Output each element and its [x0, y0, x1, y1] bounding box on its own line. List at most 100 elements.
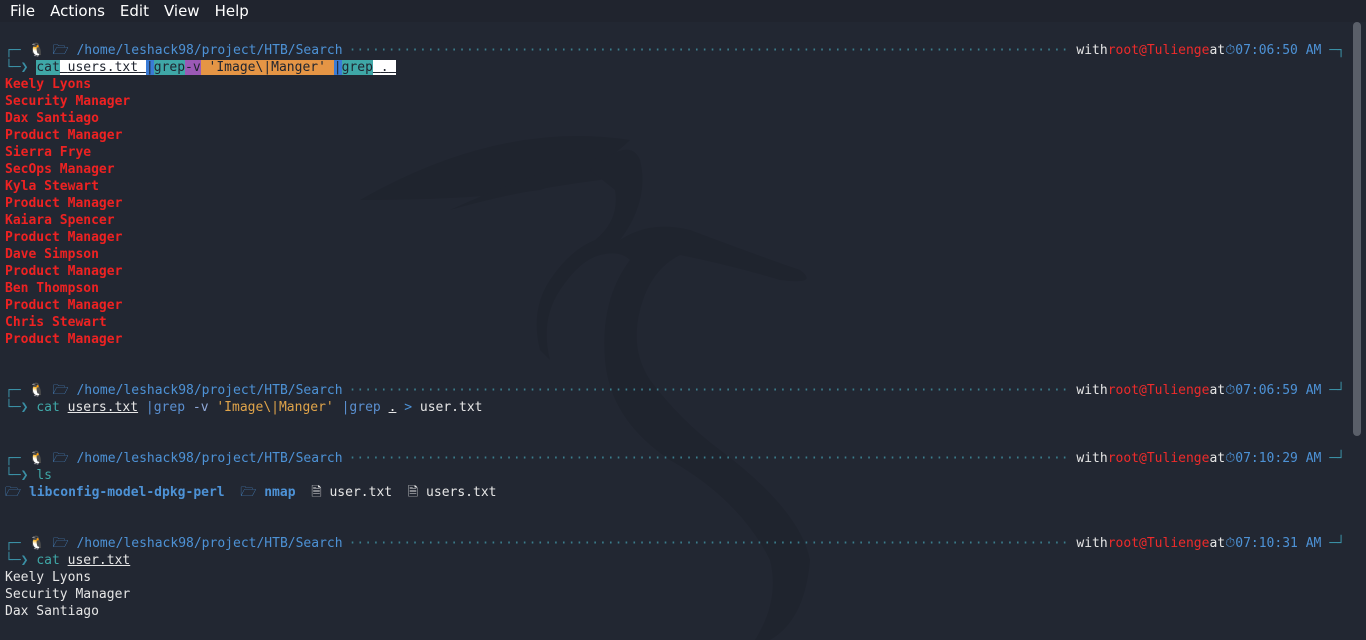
menu-bar: File Actions Edit View Help	[0, 0, 1366, 22]
cmd-outfile: user.txt	[419, 400, 483, 415]
output-line: Product Manager	[5, 128, 123, 143]
cmd-grep: grep	[153, 60, 186, 75]
output-line: Ben Thompson	[5, 281, 99, 296]
prompt-time: 07:10:29 AM	[1235, 451, 1322, 466]
prompt-time: 07:06:59 AM	[1235, 383, 1322, 398]
prompt-path: /home/leshack98/project/HTB/Search	[76, 451, 343, 466]
linux-icon: 🐧	[28, 43, 45, 58]
folder-icon: 🗁	[240, 485, 265, 500]
cmd-redirect: >	[404, 400, 413, 415]
output-line: Security Manager	[5, 587, 131, 602]
output-line: Product Manager	[5, 332, 123, 347]
prompt-corner-right: ─┘	[1329, 536, 1345, 551]
prompt-time: 07:06:50 AM	[1235, 43, 1322, 58]
output-line: Kyla Stewart	[5, 179, 99, 194]
prompt-with: with	[1076, 536, 1108, 551]
cmd-pattern: 'Image\|Manger'	[200, 60, 334, 75]
file-icon: 🗎	[407, 485, 427, 500]
cmd-pipe: |	[145, 60, 154, 75]
output-line: Product Manager	[5, 196, 123, 211]
prompt-path: /home/leshack98/project/HTB/Search	[76, 383, 343, 398]
clock-icon: ⏱	[1225, 536, 1236, 551]
output-line: SecOps Manager	[5, 162, 115, 177]
clock-icon: ⏱	[1225, 43, 1236, 58]
clock-icon: ⏱	[1225, 451, 1236, 466]
prompt-corner-right: ─┐	[1329, 43, 1345, 58]
cmd-file: user.txt	[67, 553, 131, 568]
cmd-pipe: |grep	[145, 400, 186, 415]
menu-actions[interactable]: Actions	[40, 2, 110, 20]
prompt-user: root@Tulienge	[1107, 43, 1210, 58]
prompt-with: with	[1076, 383, 1108, 398]
output-line: Sierra Frye	[5, 145, 92, 160]
linux-icon: 🐧	[28, 451, 45, 466]
output-line: Keely Lyons	[5, 570, 92, 585]
file-entry: users.txt	[426, 485, 497, 500]
prompt-user: root@Tulienge	[1107, 536, 1210, 551]
folder-icon: 🗁	[5, 485, 29, 500]
prompt-corner-right: ─┘	[1329, 451, 1345, 466]
ls-output: 🗁 libconfig-model-dpkg-perl 🗁 nmap 🗎 use…	[5, 484, 1345, 501]
menu-help[interactable]: Help	[205, 2, 254, 20]
prompt-user: root@Tulienge	[1107, 383, 1210, 398]
output-line: Product Manager	[5, 264, 123, 279]
prompt-dots: ········································…	[348, 383, 1071, 398]
output-line: Dax Santiago	[5, 604, 99, 619]
cmd-flag: -v	[185, 60, 201, 75]
prompt-dots: ········································…	[348, 43, 1071, 58]
folder-icon: 🗁	[44, 43, 77, 58]
output-line: Chris Stewart	[5, 315, 107, 330]
prompt-arrow: └─❯	[5, 400, 37, 415]
cmd-arg: users.txt	[59, 60, 146, 75]
prompt-at: at	[1209, 383, 1226, 398]
folder-icon: 🗁	[44, 451, 77, 466]
prompt-corner: ┌─	[5, 536, 29, 551]
prompt-arrow: └─❯	[5, 553, 37, 568]
command-line: └─❯ cat users.txt |grep-v 'Image\|Manger…	[5, 59, 1345, 76]
prompt-corner: ┌─	[5, 43, 29, 58]
prompt-at: at	[1209, 536, 1226, 551]
prompt-arrow: └─❯	[5, 468, 37, 483]
prompt-corner: ┌─	[5, 383, 29, 398]
clock-icon: ⏱	[1225, 383, 1236, 398]
file-icon: 🗎	[311, 485, 330, 500]
cmd-grep: grep	[341, 60, 373, 75]
command-line: └─❯ ls	[5, 467, 1345, 484]
prompt-dots: ········································…	[348, 536, 1071, 551]
output-line: Kaiara Spencer	[5, 213, 115, 228]
cmd-dot: .	[372, 60, 397, 75]
prompt-with: with	[1076, 451, 1108, 466]
terminal-output: ┌─ 🐧 🗁 /home/leshack98/project/HTB/Searc…	[5, 42, 1345, 620]
menu-file[interactable]: File	[0, 2, 40, 20]
prompt-at: at	[1209, 451, 1226, 466]
output-line: Keely Lyons	[5, 77, 92, 92]
file-entry: user.txt	[329, 485, 393, 500]
prompt-dots: ········································…	[348, 451, 1071, 466]
scrollbar[interactable]	[1353, 22, 1361, 436]
output-line: Product Manager	[5, 298, 123, 313]
output-line: Dax Santiago	[5, 111, 99, 126]
cmd-file: users.txt	[67, 400, 139, 415]
prompt-path: /home/leshack98/project/HTB/Search	[76, 536, 343, 551]
cmd-pattern: 'Image\|Manger'	[216, 400, 334, 415]
prompt-at: at	[1209, 43, 1226, 58]
cmd-flag: -v	[192, 400, 209, 415]
prompt-header: ┌─ 🐧 🗁 /home/leshack98/project/HTB/Searc…	[5, 450, 1345, 467]
prompt-header: ┌─ 🐧 🗁 /home/leshack98/project/HTB/Searc…	[5, 42, 1345, 59]
linux-icon: 🐧	[28, 383, 45, 398]
dir-entry: libconfig-model-dpkg-perl	[28, 485, 225, 500]
cmd-file: users.txt	[67, 60, 139, 75]
prompt-arrow: └─❯	[5, 60, 37, 75]
prompt-path: /home/leshack98/project/HTB/Search	[76, 43, 343, 58]
cmd-dot: .	[388, 400, 397, 415]
cmd-cat: cat	[36, 400, 60, 415]
linux-icon: 🐧	[28, 536, 45, 551]
command-line: └─❯ cat users.txt |grep -v 'Image\|Mange…	[5, 399, 1345, 416]
output-line: Dave Simpson	[5, 247, 99, 262]
cmd-ls: ls	[36, 468, 52, 483]
cmd-pipe: |	[333, 60, 342, 75]
dir-entry: nmap	[264, 485, 296, 500]
menu-view[interactable]: View	[154, 2, 205, 20]
prompt-header: ┌─ 🐧 🗁 /home/leshack98/project/HTB/Searc…	[5, 382, 1345, 399]
menu-edit[interactable]: Edit	[110, 2, 154, 20]
